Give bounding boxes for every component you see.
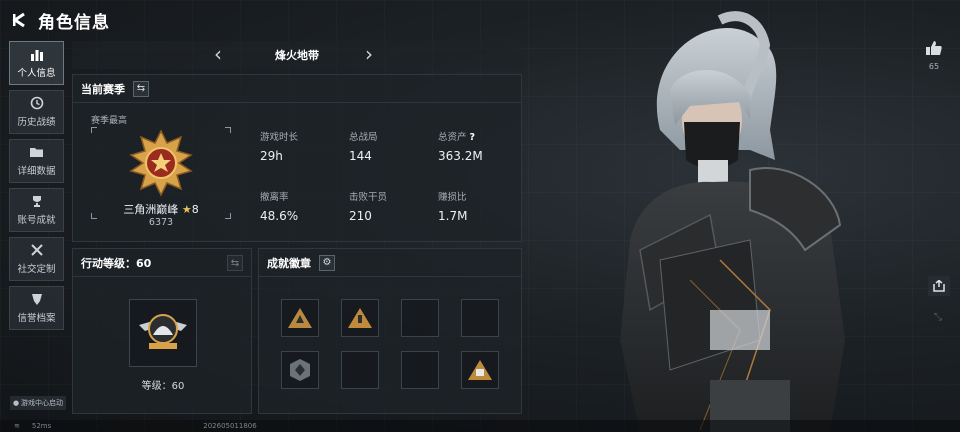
sidebar-item-social[interactable]: 社交定制 xyxy=(9,237,64,281)
folder-icon xyxy=(29,145,45,159)
achievement-slot[interactable] xyxy=(341,351,379,389)
mode-title: 烽火地带 xyxy=(275,49,319,62)
achievement-badge-icon xyxy=(468,360,492,380)
season-best-label: 赛季最高 xyxy=(91,116,128,126)
season-panel: 当前赛季 ⇆ 赛季最高 三角洲巅峰 ★8 6373 游戏时长 29h 总战局 1… xyxy=(72,74,522,242)
history-clock-icon xyxy=(29,96,45,110)
sidebar-item-label: 账号成就 xyxy=(17,215,56,226)
achievement-slot[interactable] xyxy=(461,351,499,389)
sidebar-item-label: 历史战绩 xyxy=(17,117,56,128)
swap-icon[interactable]: ⇆ xyxy=(227,255,243,271)
help-icon[interactable]: ? xyxy=(470,132,476,143)
sidebar-item-details[interactable]: 详细数据 xyxy=(9,139,64,183)
bar-chart-icon xyxy=(29,47,45,61)
stat-profit-ratio: 赚损比 1.7M xyxy=(438,189,467,223)
share-icon xyxy=(933,280,945,292)
achievement-badge-icon xyxy=(348,308,372,328)
achievement-slot[interactable] xyxy=(401,351,439,389)
sidebar-item-achievements[interactable]: 账号成就 xyxy=(9,188,64,232)
stat-value: 144 xyxy=(349,149,372,163)
stat-value: 29h xyxy=(260,149,283,163)
rank-name-row: 三角洲巅峰 ★8 xyxy=(91,201,231,217)
achievement-slot[interactable] xyxy=(401,299,439,337)
sidebar-item-personal-info[interactable]: 个人信息 xyxy=(9,41,64,85)
rank-emblem-icon xyxy=(129,129,193,197)
back-arrow-icon[interactable] xyxy=(10,11,28,29)
page-title: 角色信息 xyxy=(38,12,110,33)
action-level-emblem-icon xyxy=(139,314,187,349)
stat-label: 总战局 xyxy=(349,132,378,143)
wifi-icon: ≋ xyxy=(14,422,20,430)
sidebar-item-label: 社交定制 xyxy=(17,264,56,275)
stat-label: 撤离率 xyxy=(260,192,289,203)
action-level-header: 行动等级：60 xyxy=(73,249,251,277)
action-level-title: 行动等级：60 xyxy=(81,256,152,270)
stat-value: 48.6% xyxy=(260,209,299,223)
stat-value: 210 xyxy=(349,209,372,223)
stat-play-time: 游戏时长 29h xyxy=(260,129,298,163)
achievements-panel: 成就徽章 ⚙ xyxy=(258,248,522,414)
stat-operators-defeated: 击败干员 210 xyxy=(349,189,387,223)
stat-value: 363.2M xyxy=(438,149,483,163)
action-level-label: 等级：60 xyxy=(141,381,185,392)
stat-extraction-rate: 撤离率 48.6% xyxy=(260,189,298,223)
stat-total-assets: 总资产 ? 363.2M xyxy=(438,129,483,163)
status-bar: ≋ 52ms 202605011806 xyxy=(0,420,960,432)
shield-icon xyxy=(29,292,45,306)
achievement-badge-icon xyxy=(290,359,310,381)
rank-stars: 8 xyxy=(191,203,199,216)
stat-label: 击败干员 xyxy=(349,192,388,203)
achievements-header: 成就徽章 ⚙ xyxy=(259,249,521,277)
stat-label-text: 总资产 xyxy=(438,132,467,143)
like-count: 65 xyxy=(928,62,940,71)
star-icon: ★ xyxy=(181,203,192,216)
sidebar-item-label: 信誉档案 xyxy=(17,313,56,324)
trophy-icon xyxy=(29,194,45,208)
game-center-launch[interactable]: ● 游戏中心启动 xyxy=(10,396,66,410)
session-id: 202605011806 xyxy=(203,422,257,430)
swap-icon[interactable]: ⇆ xyxy=(133,80,149,97)
stat-total-matches: 总战局 144 xyxy=(349,129,378,163)
action-level-panel: 行动等级：60 ⇆ 等级：60 xyxy=(72,248,252,414)
rank-name: 三角洲巅峰 xyxy=(123,203,179,216)
season-panel-header: 当前赛季 ⇆ xyxy=(73,75,521,103)
character-artwork xyxy=(620,11,845,432)
chevron-right-icon[interactable]: › xyxy=(365,43,373,65)
stat-label: 总资产 ? xyxy=(438,129,483,143)
stat-label: 游戏时长 xyxy=(260,132,299,143)
sidebar-item-reputation[interactable]: 信誉档案 xyxy=(9,286,64,330)
expand-icon[interactable]: ⤡ xyxy=(934,312,942,323)
game-center-label: 游戏中心启动 xyxy=(21,399,64,407)
ping-value: 52ms xyxy=(31,422,52,430)
mode-tabbar: ‹ 烽火地带 › xyxy=(72,41,522,69)
sidebar-item-label: 个人信息 xyxy=(17,68,56,79)
chevron-left-icon[interactable]: ‹ xyxy=(214,43,222,65)
tools-icon xyxy=(29,243,45,257)
like-button[interactable]: 65 xyxy=(924,40,944,74)
rank-points: 6373 xyxy=(148,217,174,228)
achievement-slot[interactable] xyxy=(461,299,499,337)
achievement-slot[interactable] xyxy=(341,299,379,337)
achievement-badge-icon xyxy=(288,308,312,328)
thumbs-up-icon xyxy=(926,41,942,55)
season-title: 当前赛季 xyxy=(81,82,125,96)
sidebar-item-history[interactable]: 历史战绩 xyxy=(9,90,64,134)
achievement-slot[interactable] xyxy=(281,351,319,389)
header: 角色信息 xyxy=(10,8,110,33)
bell-icon: ● xyxy=(12,399,20,407)
achievement-slot[interactable] xyxy=(281,299,319,337)
stat-value: 1.7M xyxy=(438,209,468,223)
stat-label: 赚损比 xyxy=(438,192,467,203)
sidebar-item-label: 详细数据 xyxy=(17,166,56,177)
gear-icon[interactable]: ⚙ xyxy=(319,254,335,271)
sidebar: 个人信息 历史战绩 详细数据 账号成就 社交定制 信誉档案 xyxy=(9,41,64,335)
achievements-title: 成就徽章 xyxy=(267,256,311,270)
share-button[interactable] xyxy=(928,276,950,296)
